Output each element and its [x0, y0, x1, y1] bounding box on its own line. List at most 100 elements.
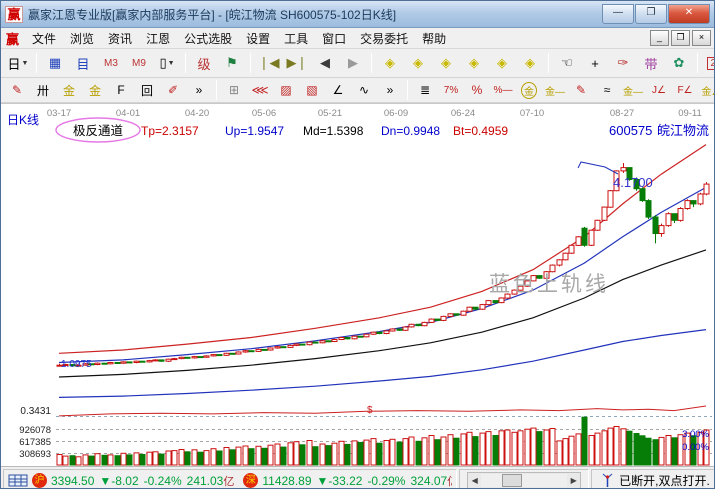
labels-layer: 03-1704-0104-2005-0605-2106-0906-2407-10… — [7, 108, 710, 460]
x-tick-8: 08-27 — [610, 108, 634, 119]
stock-name: 皖江物流 — [657, 123, 709, 138]
f10-info-icon[interactable]: 目 — [70, 51, 96, 75]
minimize-button[interactable]: — — [602, 4, 634, 24]
maximize-button[interactable]: ❐ — [635, 4, 667, 24]
crosshair-tool-icon[interactable]: + — [582, 51, 608, 75]
grid-box2-icon[interactable]: ▧ — [300, 80, 324, 101]
mdi-minimize-button[interactable]: _ — [650, 30, 669, 46]
minute3-chart-icon[interactable]: M3 — [98, 51, 124, 75]
chart-canvas[interactable]: 03-1704-0104-2005-0605-2106-0906-2407-10… — [1, 104, 714, 466]
watermark-text: 蓝色上轨线 — [489, 273, 609, 296]
zoom-out-v-icon[interactable]: ◈ — [489, 51, 515, 75]
seven-percent-icon[interactable]: 7% — [439, 80, 463, 101]
status-bar: 沪 3394.50 ▼-8.02 -0.24% 241.03 亿 深 11428… — [1, 466, 714, 489]
bt-line — [59, 406, 706, 416]
wave-brain-icon[interactable]: ✿ — [666, 51, 692, 75]
scroll-right-arrow[interactable]: ▶ — [567, 474, 580, 487]
scroll-track[interactable] — [481, 474, 567, 487]
hand-tool-icon[interactable]: ☜ — [554, 51, 580, 75]
minute9-chart-icon[interactable]: M9 — [126, 51, 152, 75]
stock-code: 600575 — [609, 123, 652, 138]
next-page-icon[interactable]: ▶ — [340, 51, 366, 75]
grid-box1-icon[interactable]: ▨ — [274, 80, 298, 101]
scroll-thumb[interactable] — [502, 474, 522, 487]
volume-label-0: 926078 — [19, 425, 51, 436]
calendar-icon[interactable]: 21 — [703, 51, 715, 75]
wave-band-icon[interactable]: ≈ — [595, 80, 619, 101]
grid-tool-icon[interactable]: 卅 — [31, 80, 55, 101]
prev-page-icon[interactable]: ◀ — [312, 51, 338, 75]
pen-grid-icon[interactable]: ✐ — [161, 80, 185, 101]
box-tool-icon[interactable]: ⊞ — [222, 80, 246, 101]
pane-label: 日K线 — [7, 113, 39, 127]
gold-grid2-icon[interactable]: 金 — [83, 80, 107, 101]
zoom-out-h-icon[interactable]: ◈ — [433, 51, 459, 75]
f-grid-icon[interactable]: F — [109, 80, 133, 101]
keyboard-icon[interactable] — [8, 473, 28, 488]
last-page-icon[interactable]: ▶❘ — [284, 51, 310, 75]
menu-item-3[interactable]: 江恩 — [139, 28, 177, 49]
close-button[interactable]: ✕ — [668, 4, 710, 24]
menu-item-4[interactable]: 公式选股 — [177, 28, 239, 49]
gann-band-icon[interactable]: 带 — [638, 51, 664, 75]
price-scale-icon[interactable]: ≣ — [413, 80, 437, 101]
mdi-close-button[interactable]: × — [692, 30, 711, 46]
x-tick-9: 09-11 — [678, 108, 702, 119]
percent-line-icon[interactable]: %— — [491, 80, 515, 101]
x-tick-3: 05-06 — [252, 108, 276, 119]
peak-marker-line — [578, 162, 618, 174]
sz-turnover-unit: 亿 — [447, 473, 452, 489]
gold-grid1-icon[interactable]: 金 — [57, 80, 81, 101]
j-angle-icon[interactable]: J∠ — [647, 80, 671, 101]
menu-item-7[interactable]: 窗口 — [315, 28, 353, 49]
period-selector[interactable]: 日▼ — [5, 51, 31, 75]
angle-line-icon[interactable]: ∠ — [326, 80, 350, 101]
multi-level-icon[interactable]: 级 — [191, 51, 217, 75]
menu-item-2[interactable]: 资讯 — [101, 28, 139, 49]
first-page-icon[interactable]: ❘◀ — [256, 51, 282, 75]
fan-lines-icon[interactable]: ⋘ — [248, 80, 272, 101]
toolbar-separator — [548, 53, 549, 73]
gold-angle-icon[interactable]: 金∠ — [699, 80, 715, 101]
toolbar-separator — [36, 53, 37, 73]
indicator-name: 极反通道 — [73, 124, 124, 138]
menu-item-1[interactable]: 浏览 — [63, 28, 101, 49]
f-angle-icon[interactable]: F∠ — [673, 80, 697, 101]
connection-panel[interactable]: 已断开,双点打开. — [591, 469, 715, 489]
sh-index-value: 3394.50 — [51, 474, 94, 488]
x-tick-4: 05-21 — [318, 108, 342, 119]
menu-item-9[interactable]: 帮助 — [415, 28, 453, 49]
menu-item-5[interactable]: 设置 — [239, 28, 277, 49]
more-tools1-icon[interactable]: » — [187, 80, 211, 101]
indicator-value-3: Dn=0.9948 — [381, 124, 440, 138]
toolbar-separator — [185, 53, 186, 73]
toolbar-separator — [250, 53, 251, 73]
zoom-in-h-icon[interactable]: ◈ — [461, 51, 487, 75]
volume-label-2: 308693 — [19, 449, 51, 460]
menu-item-8[interactable]: 交易委托 — [353, 28, 415, 49]
color-flag-icon[interactable]: ⚑ — [219, 51, 245, 75]
brush2-icon[interactable]: ✎ — [569, 80, 593, 101]
quote-scrollbar[interactable]: ◀ ▶ — [467, 472, 581, 489]
zoom-in-v-icon[interactable]: ◈ — [517, 51, 543, 75]
timeshare-chart-icon[interactable]: ▦ — [42, 51, 68, 75]
menu-item-6[interactable]: 工具 — [277, 28, 315, 49]
zoom-left-icon[interactable]: ◈ — [377, 51, 403, 75]
candle-style-icon[interactable]: ▯▼ — [154, 51, 180, 75]
mdi-restore-button[interactable]: ❐ — [671, 30, 690, 46]
spiral-grid-icon[interactable]: 回 — [135, 80, 159, 101]
gold-circle-icon[interactable]: 金 — [517, 80, 541, 101]
indicator-value-4: Bt=0.4959 — [453, 124, 508, 138]
gold-line2-icon[interactable]: 金— — [621, 80, 645, 101]
zoom-right-icon[interactable]: ◈ — [405, 51, 431, 75]
percent-icon[interactable]: % — [465, 80, 489, 101]
more-tools2-icon[interactable]: » — [378, 80, 402, 101]
shenzhen-badge: 深 — [243, 473, 258, 488]
brush-tool-icon[interactable]: ✎ — [5, 80, 29, 101]
gold-line-icon[interactable]: 金— — [543, 80, 567, 101]
toolbar-separator — [371, 53, 372, 73]
menu-item-0[interactable]: 文件 — [25, 28, 63, 49]
wave-line-icon[interactable]: ∿ — [352, 80, 376, 101]
scroll-left-arrow[interactable]: ◀ — [468, 474, 481, 487]
trendline-tool-icon[interactable]: ✑ — [610, 51, 636, 75]
